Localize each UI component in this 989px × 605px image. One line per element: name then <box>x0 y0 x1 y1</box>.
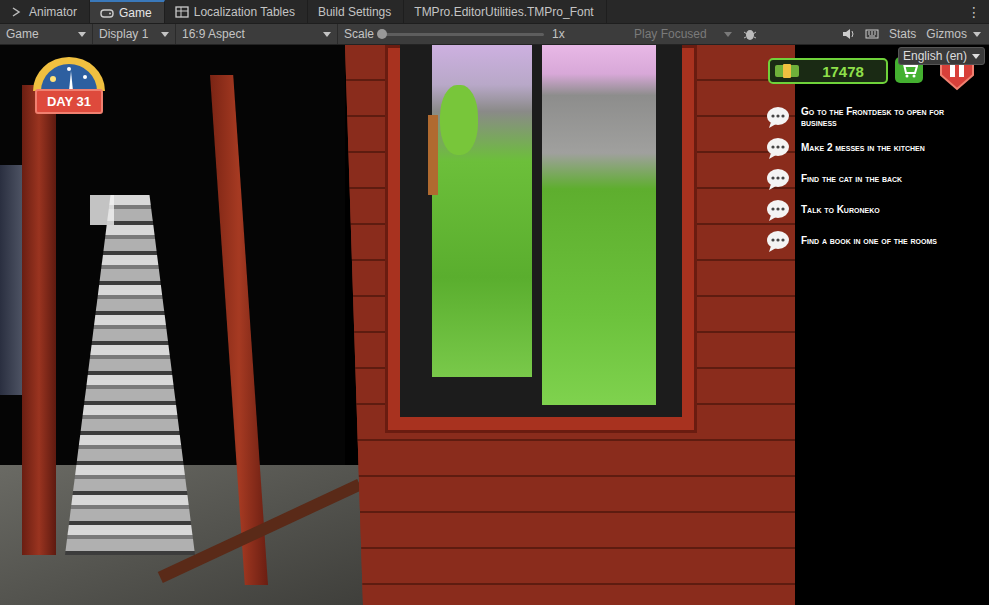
editor-tab[interactable]: Animator <box>0 0 90 23</box>
language-label: English (en) <box>903 49 967 63</box>
view-dropdown[interactable]: Game <box>0 24 93 44</box>
gamepad-icon <box>100 6 114 20</box>
tab-label: Animator <box>29 5 77 19</box>
scale-slider[interactable]: Scale 1x <box>338 27 628 41</box>
speech-bubble-icon <box>765 136 791 160</box>
quest-text: Find the cat in the back <box>801 173 971 185</box>
scale-track[interactable] <box>382 33 544 36</box>
tree <box>440 85 478 155</box>
bug-icon <box>743 27 757 41</box>
animator-icon <box>10 5 24 19</box>
tab-label: Build Settings <box>318 5 391 19</box>
speech-bubble-icon <box>765 229 791 253</box>
game-view: DAY 31 17478 English (en) Go to the Fron… <box>0 45 989 605</box>
editor-tab[interactable]: TMPro.EditorUtilities.TMPro_Font <box>404 0 606 23</box>
tab-menu-button[interactable]: ⋮ <box>959 0 989 23</box>
quest-text: Find a book in one of the rooms <box>801 235 971 247</box>
more-icon: ⋮ <box>967 4 981 20</box>
scale-value: 1x <box>552 27 622 41</box>
dropdown-arrow-icon <box>724 32 732 37</box>
scale-knob[interactable] <box>377 29 387 39</box>
view-dropdown-label: Game <box>6 27 39 41</box>
stats-button[interactable]: Stats <box>884 24 921 44</box>
day-badge: DAY 31 <box>25 57 113 114</box>
gizmos-dropdown[interactable]: Gizmos <box>921 24 989 44</box>
game-toolbar: Game Display 1 16:9 Aspect Scale 1x Play Focu… <box>0 24 989 45</box>
quest-list: Go to the Frontdesk to open for business… <box>765 103 971 255</box>
quest-item: Go to the Frontdesk to open for business <box>765 103 971 131</box>
display-dropdown[interactable]: Display 1 <box>93 24 176 44</box>
tab-spacer <box>607 0 959 23</box>
day-label: DAY 31 <box>35 89 103 114</box>
dropdown-arrow-icon <box>78 32 86 37</box>
dropdown-arrow-icon <box>973 32 981 37</box>
speaker-icon <box>841 27 855 41</box>
aspect-dropdown-label: 16:9 Aspect <box>182 27 245 41</box>
quest-text: Talk to Kuroneko <box>801 204 971 216</box>
tab-label: TMPro.EditorUtilities.TMPro_Font <box>414 5 593 19</box>
editor-tab-bar: Animator Game Localization Tables Build Set… <box>0 0 989 24</box>
stats-label: Stats <box>889 27 916 41</box>
mute-audio-button[interactable] <box>836 24 860 44</box>
tab-label: Localization Tables <box>194 5 295 19</box>
gizmos-label: Gizmos <box>926 27 967 41</box>
scale-label: Scale <box>344 27 374 41</box>
quest-text: Go to the Frontdesk to open for business <box>801 106 971 129</box>
speech-bubble-icon <box>765 167 791 191</box>
day-night-dial-icon <box>31 57 107 91</box>
cash-icon <box>774 63 800 79</box>
debug-button[interactable] <box>738 24 762 44</box>
dropdown-arrow-icon <box>323 32 331 37</box>
speech-bubble-icon <box>765 198 791 222</box>
language-dropdown[interactable]: English (en) <box>898 47 985 65</box>
play-mode-label: Play Focused <box>634 27 707 41</box>
quest-text: Make 2 messes in the kitchen <box>801 142 971 154</box>
dropdown-arrow-icon <box>972 54 980 59</box>
play-mode-dropdown: Play Focused <box>628 24 738 44</box>
editor-tab[interactable]: Game <box>90 0 165 23</box>
tab-label: Game <box>119 6 152 20</box>
aspect-dropdown[interactable]: 16:9 Aspect <box>176 24 338 44</box>
editor-tab[interactable]: Localization Tables <box>165 0 308 23</box>
localization-icon <box>175 5 189 19</box>
display-dropdown-label: Display 1 <box>99 27 148 41</box>
shortcuts-button[interactable] <box>860 24 884 44</box>
quest-item: Find the cat in the back <box>765 165 971 193</box>
speech-bubble-icon <box>765 105 791 129</box>
quest-item: Make 2 messes in the kitchen <box>765 134 971 162</box>
money-bar: 17478 <box>768 58 888 84</box>
quest-item: Find a book in one of the rooms <box>765 227 971 255</box>
keyboard-icon <box>865 27 879 41</box>
quest-item: Talk to Kuroneko <box>765 196 971 224</box>
editor-tab[interactable]: Build Settings <box>308 0 404 23</box>
money-amount: 17478 <box>806 63 880 80</box>
dropdown-arrow-icon <box>161 32 169 37</box>
pillar <box>22 85 56 555</box>
stair-light <box>90 195 114 225</box>
landscape-right <box>542 45 656 405</box>
tree-trunk <box>428 115 438 195</box>
